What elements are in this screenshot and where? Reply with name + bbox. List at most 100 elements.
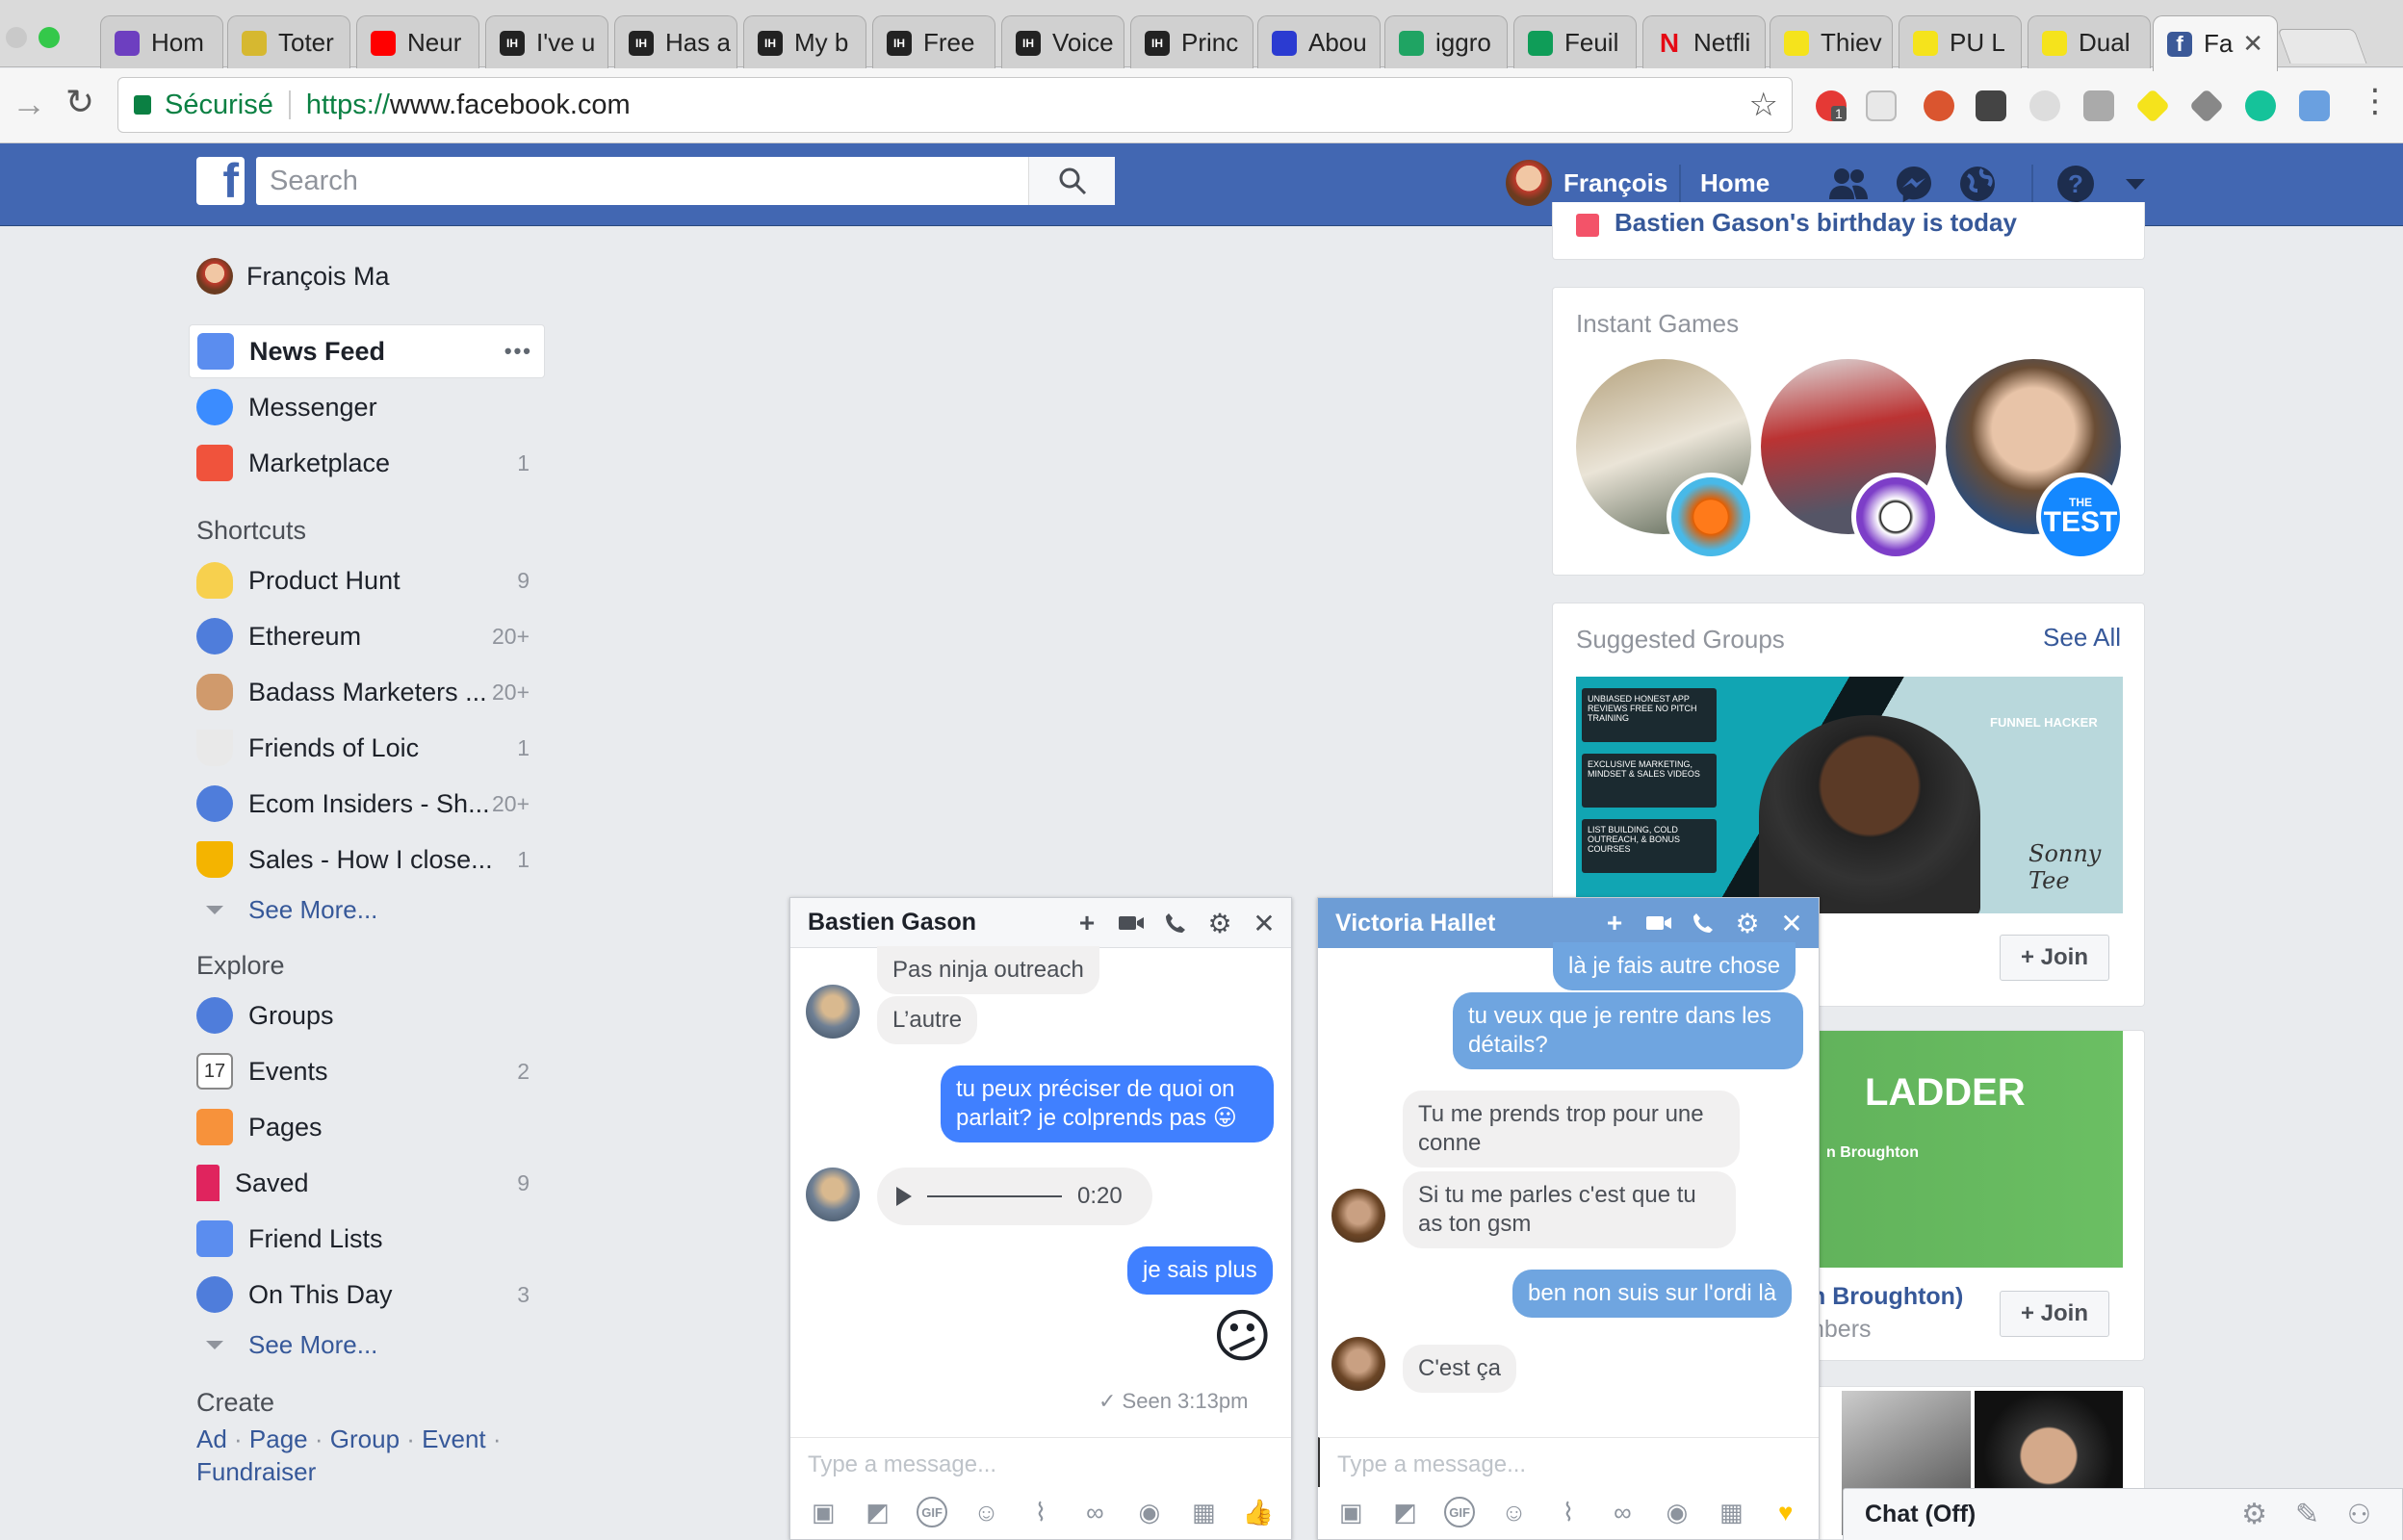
sidebar-item-ecom-insiders-sh[interactable]: Ecom Insiders - Sh... 20+	[196, 777, 543, 831]
chat-header[interactable]: Victoria Hallet + ⚙ ✕	[1318, 898, 1819, 948]
group-cover-funnel-hacker[interactable]: Unbiased Honest App Reviews Free No Pitc…	[1576, 677, 2123, 913]
sidebar-item-events[interactable]: 17 Events 2	[196, 1044, 543, 1098]
browser-tab[interactable]: Thiev	[1770, 15, 1893, 69]
browser-tab[interactable]: Neur	[356, 15, 479, 69]
facebook-logo-icon[interactable]: f	[196, 157, 245, 205]
sidebar-item-messenger[interactable]: Messenger	[196, 380, 543, 434]
extension-grammarly-icon[interactable]	[2245, 90, 2276, 121]
create-group-link[interactable]: Group	[330, 1424, 400, 1453]
browser-tab[interactable]: IH Has a	[614, 15, 737, 69]
gear-icon[interactable]: ⚙	[2241, 1498, 2267, 1531]
bookmark-star-icon[interactable]: ☆	[1749, 86, 1778, 124]
close-tab-icon[interactable]: ✕	[2242, 29, 2263, 59]
address-bar[interactable]: Sécurisé https:// www.facebook.com ☆	[117, 77, 1793, 133]
play-icon[interactable]	[896, 1187, 912, 1206]
browser-tab[interactable]: IH Free	[872, 15, 995, 69]
browser-tab[interactable]: N Netfli	[1642, 15, 1766, 69]
browser-tab[interactable]: Dual	[2028, 15, 2151, 69]
chat-contact-name[interactable]: Bastien Gason	[808, 909, 976, 937]
sidebar-item-product-hunt[interactable]: Product Hunt 9	[196, 553, 543, 607]
window-zoom-dot[interactable]	[39, 27, 60, 48]
profile-link[interactable]: François	[1563, 168, 1667, 198]
sidebar-item-friends-of-loic[interactable]: Friends of Loic 1	[196, 721, 543, 775]
sidebar-item-on-this-day[interactable]: On This Day 3	[196, 1268, 543, 1322]
extension-layers-icon[interactable]	[2188, 88, 2225, 124]
chat-contact-name[interactable]: Victoria Hallet	[1335, 910, 1495, 937]
compose-icon[interactable]: ✎	[2295, 1498, 2319, 1531]
chat-sidebar-bar[interactable]: Chat (Off) ⚙ ✎ ⚇	[1843, 1488, 2403, 1540]
browser-tab[interactable]: Feuil	[1513, 15, 1637, 69]
browser-menu-icon[interactable]: ⋮	[2359, 82, 2391, 120]
browser-tab[interactable]: Toter	[227, 15, 350, 69]
message-input[interactable]: Type a message...	[790, 1437, 1291, 1487]
gif-icon[interactable]: GIF	[917, 1497, 948, 1527]
the-test-game-icon[interactable]: THE TEST	[2036, 473, 2125, 561]
add-person-icon[interactable]: +	[1072, 908, 1102, 938]
help-icon[interactable]: ?	[2054, 163, 2097, 205]
more-options-icon[interactable]: •••	[504, 339, 532, 364]
see-more-explore-link[interactable]: See More...	[196, 1330, 377, 1360]
browser-tab[interactable]: IH Princ	[1130, 15, 1253, 69]
extension-translate-icon[interactable]	[2299, 90, 2330, 121]
browser-tab[interactable]: Abou	[1257, 15, 1381, 69]
attachment-icon[interactable]: ⌇	[1025, 1497, 1056, 1527]
avatar[interactable]	[806, 985, 860, 1039]
sidebar-item-badass-marketers[interactable]: Badass Marketers ... 20+	[196, 665, 543, 719]
close-icon[interactable]: ✕	[1249, 908, 1279, 938]
emoji-icon[interactable]: ☺	[971, 1497, 1002, 1527]
avatar[interactable]	[1331, 1337, 1385, 1391]
camera-icon[interactable]: ◉	[1662, 1497, 1692, 1527]
browser-tab[interactable]: IH My b	[743, 15, 866, 69]
extension-diamond-icon[interactable]	[2134, 88, 2171, 124]
add-person-icon[interactable]: +	[1599, 908, 1630, 938]
browser-tab[interactable]: IH I've u	[485, 15, 608, 69]
birthday-text[interactable]: Bastien Gason's birthday is today	[1615, 208, 2017, 238]
extension-doc-icon[interactable]	[1866, 90, 1897, 121]
search-button[interactable]	[1028, 157, 1115, 205]
see-more-shortcuts-link[interactable]: See More...	[196, 895, 377, 925]
chat-header[interactable]: Bastien Gason + ⚙ ✕	[790, 898, 1291, 948]
browser-tab[interactable]: PU L	[1899, 15, 2022, 69]
avatar[interactable]	[1506, 160, 1552, 206]
window-close-dot[interactable]	[6, 27, 27, 48]
video-call-icon[interactable]	[1643, 908, 1674, 938]
friend-requests-icon[interactable]	[1827, 163, 1870, 205]
gear-icon[interactable]: ⚙	[1732, 908, 1763, 938]
avatar[interactable]	[1331, 1189, 1385, 1243]
join-group-button[interactable]: + Join	[2000, 1291, 2109, 1337]
photo-icon[interactable]: ▣	[1335, 1497, 1366, 1527]
soccer-game-icon[interactable]	[1851, 473, 1940, 561]
link-icon[interactable]: ∞	[1079, 1497, 1110, 1527]
messenger-icon[interactable]	[1893, 163, 1935, 205]
video-call-icon[interactable]	[1116, 908, 1147, 938]
sidebar-item-marketplace[interactable]: Marketplace 1	[196, 436, 543, 490]
sidebar-item-saved[interactable]: Saved 9	[196, 1156, 543, 1210]
reload-icon[interactable]: ↻	[65, 82, 94, 122]
avatar[interactable]	[196, 258, 233, 295]
extension-moon-icon[interactable]	[2029, 90, 2060, 121]
groups-icon[interactable]: ⚇	[2347, 1499, 2371, 1530]
extension-producthunt-icon[interactable]	[1924, 90, 1954, 121]
create-fundraiser-link[interactable]: Fundraiser	[196, 1457, 316, 1486]
basketball-game-icon[interactable]	[1667, 473, 1755, 561]
sidebar-item-groups[interactable]: Groups	[196, 988, 543, 1042]
avatar[interactable]	[806, 1168, 860, 1221]
create-page-link[interactable]: Page	[249, 1424, 308, 1453]
like-icon[interactable]: 👍	[1243, 1497, 1274, 1527]
attachment-icon[interactable]: ⌇	[1553, 1497, 1584, 1527]
forward-icon[interactable]: →	[12, 84, 46, 124]
heart-icon[interactable]: ♥	[1770, 1497, 1801, 1527]
home-link[interactable]: Home	[1700, 168, 1770, 198]
gear-icon[interactable]: ⚙	[1204, 908, 1235, 938]
sticker-icon[interactable]: ◩	[863, 1497, 893, 1527]
sidebar-item-friend-lists[interactable]: Friend Lists	[196, 1212, 543, 1266]
extension-red-icon[interactable]: 1	[1816, 90, 1847, 121]
sidebar-item-news-feed[interactable]: News Feed •••	[189, 324, 545, 378]
table-icon[interactable]: ▦	[1188, 1497, 1219, 1527]
voice-message[interactable]: 0:20	[877, 1168, 1152, 1225]
account-menu-arrow-icon[interactable]	[2114, 163, 2157, 205]
extension-pocket-icon[interactable]	[1976, 90, 2006, 121]
search-input[interactable]: Search	[256, 157, 1115, 205]
emoji-icon[interactable]: ☺	[1499, 1497, 1530, 1527]
photo-icon[interactable]: ▣	[808, 1497, 839, 1527]
